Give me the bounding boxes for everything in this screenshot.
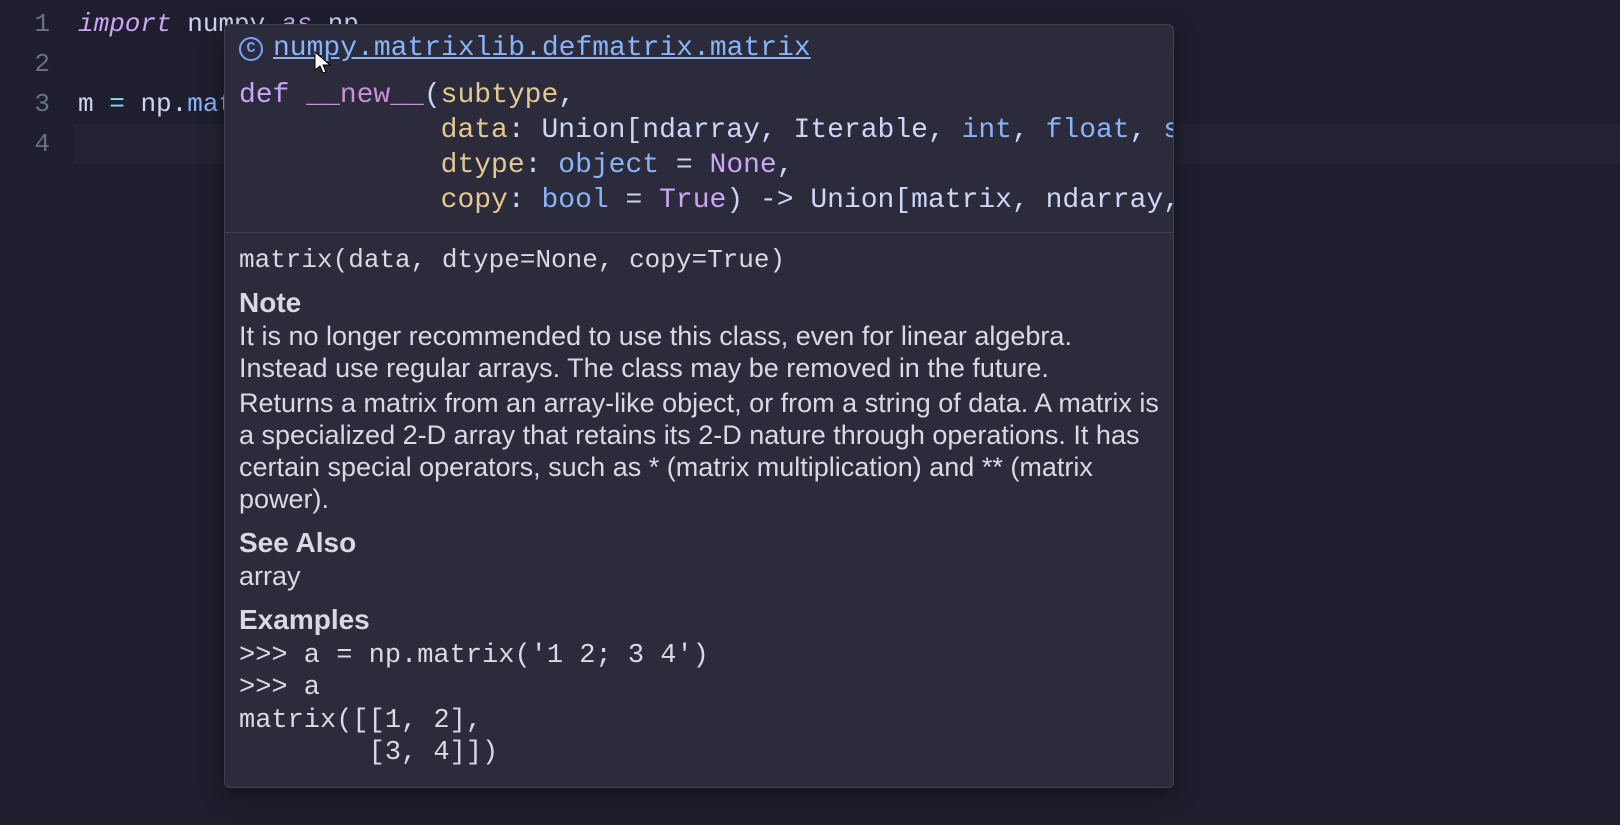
line-number: 3 (0, 84, 50, 124)
sig-type: ndarray (642, 115, 760, 146)
dot: . (172, 89, 188, 119)
sig-type: , (1130, 115, 1164, 146)
sig-bool: True (659, 185, 726, 216)
symbol-link[interactable]: numpy.matrixlib.defmatrix.matrix (273, 33, 811, 64)
class-icon-letter: C (246, 40, 255, 57)
description-paragraph: Returns a matrix from an array-like obje… (239, 388, 1159, 515)
object-name: np (140, 89, 171, 119)
sig-arrow: ) -> (726, 185, 810, 216)
sig-eq: = (659, 150, 709, 181)
sig-type: Union[ (541, 115, 642, 146)
sig-indent (239, 185, 441, 216)
line-number: 1 (0, 4, 50, 44)
sig-param: copy (441, 185, 508, 216)
example-line: matrix([[1, 2], (239, 706, 482, 736)
operator-eq: = (109, 89, 125, 119)
sig-none: None (710, 150, 777, 181)
example-line: [3, 4]]) (239, 738, 498, 768)
sig-return-type: Union[matrix, ndarray, (810, 185, 1174, 216)
sig-type: , Iterable, (760, 115, 962, 146)
seealso-heading: See Also (239, 526, 1159, 559)
doc-body[interactable]: matrix(data, dtype=None, copy=True) Note… (225, 233, 1173, 787)
sig-param: dtype (441, 150, 525, 181)
examples-heading: Examples (239, 603, 1159, 636)
sig-colon: : (508, 115, 542, 146)
sig-comma: , (777, 150, 794, 181)
seealso-item: array (239, 561, 1159, 593)
example-block: >>> a = np.matrix('1 2; 3 4') >>> a matr… (239, 640, 1159, 770)
line-number: 4 (0, 124, 50, 164)
note-heading: Note (239, 286, 1159, 319)
sig-indent (239, 150, 441, 181)
sig-eq: = (609, 185, 659, 216)
sig-paren: ( (424, 80, 441, 111)
line-number: 2 (0, 44, 50, 84)
var-name: m (78, 89, 94, 119)
sig-builtin: object (558, 150, 659, 181)
class-icon: C (239, 37, 263, 61)
doc-signature-line: matrix(data, dtype=None, copy=True) (239, 245, 1159, 276)
sig-builtin: int (962, 115, 1012, 146)
sig-fn-name: __new__ (306, 80, 424, 111)
example-line: >>> a = np.matrix('1 2; 3 4') (239, 641, 709, 671)
example-line: >>> a (239, 673, 320, 703)
popup-header: C numpy.matrixlib.defmatrix.matrix (225, 25, 1173, 68)
sig-def: def (239, 80, 306, 111)
sig-colon: : (525, 150, 559, 181)
sig-builtin: bool (541, 185, 608, 216)
line-number-gutter: 1 2 3 4 (0, 0, 74, 825)
sig-builtin: float (1046, 115, 1130, 146)
sig-builtin: str (1163, 115, 1174, 146)
sig-param: data (441, 115, 508, 146)
sig-comma: , (558, 80, 575, 111)
signature-block: def __new__(subtype, data: Union[ndarray… (225, 68, 1173, 233)
note-paragraph: It is no longer recommended to use this … (239, 321, 1159, 385)
documentation-popup[interactable]: C numpy.matrixlib.defmatrix.matrix def _… (224, 24, 1174, 788)
sig-param: subtype (441, 80, 559, 111)
sig-type: , (1012, 115, 1046, 146)
keyword-import: import (78, 9, 172, 39)
sig-indent (239, 115, 441, 146)
sig-colon: : (508, 185, 542, 216)
